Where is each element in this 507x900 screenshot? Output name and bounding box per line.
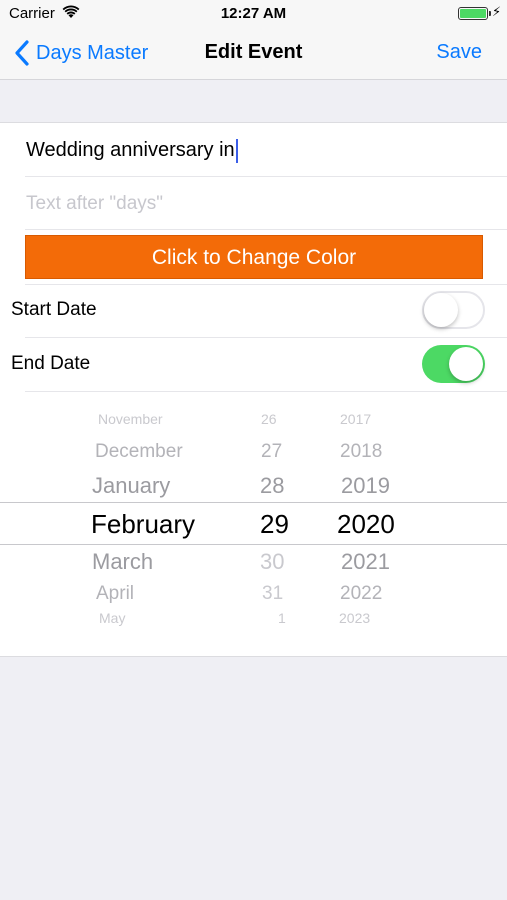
page-title: Edit Event (204, 41, 303, 63)
divider (25, 337, 507, 338)
picker-month-item[interactable]: November (98, 411, 163, 427)
event-form: Wedding anniversary in Text after "days"… (0, 122, 507, 657)
end-date-toggle[interactable] (422, 345, 485, 383)
status-bar: Carrier 12:27 AM ⚡ (0, 0, 507, 28)
navigation-bar: Days Master Edit Event Save (0, 28, 507, 80)
divider (25, 176, 507, 177)
picker-year-item[interactable]: 2017 (340, 411, 371, 427)
save-button[interactable]: Save (436, 41, 482, 64)
picker-year-item[interactable]: 2023 (339, 610, 370, 626)
picker-month-selected[interactable]: February (91, 509, 195, 540)
event-title-value: Wedding anniversary in (26, 139, 235, 161)
picker-day-item[interactable]: 26 (261, 411, 277, 427)
clock: 12:27 AM (220, 5, 287, 22)
picker-day-item[interactable]: 27 (261, 441, 282, 463)
change-color-button[interactable]: Click to Change Color (25, 235, 483, 279)
picker-day-item[interactable]: 28 (260, 473, 284, 499)
date-picker[interactable]: November December January February March… (0, 411, 507, 633)
suffix-text-input[interactable]: Text after "days" (26, 189, 486, 219)
picker-month-item[interactable]: January (92, 473, 170, 499)
picker-month-item[interactable]: March (92, 549, 153, 575)
text-cursor (235, 138, 238, 163)
divider (25, 229, 507, 230)
divider (25, 284, 507, 285)
event-title-input[interactable]: Wedding anniversary in (26, 135, 486, 165)
picker-year-item[interactable]: 2019 (341, 473, 390, 499)
divider (25, 391, 507, 392)
picker-year-selected[interactable]: 2020 (337, 509, 395, 540)
picker-month-item[interactable]: April (96, 583, 134, 605)
picker-day-item[interactable]: 30 (260, 549, 284, 575)
picker-selection-top (0, 502, 507, 503)
picker-year-item[interactable]: 2022 (340, 583, 382, 605)
picker-day-item[interactable]: 31 (262, 583, 283, 605)
start-date-label: Start Date (11, 299, 97, 320)
charging-bolt-icon: ⚡ (492, 4, 502, 19)
start-date-toggle[interactable] (422, 291, 485, 329)
picker-day-selected[interactable]: 29 (260, 509, 289, 540)
picker-selection-bottom (0, 544, 507, 545)
picker-month-item[interactable]: December (95, 441, 183, 463)
picker-year-item[interactable]: 2021 (341, 549, 390, 575)
picker-day-item[interactable]: 1 (278, 610, 286, 626)
end-date-label: End Date (11, 353, 91, 374)
picker-month-item[interactable]: May (99, 610, 125, 626)
toggle-knob (424, 293, 458, 327)
battery-cap (489, 11, 491, 16)
picker-year-item[interactable]: 2018 (340, 441, 382, 463)
battery-icon (458, 7, 488, 20)
toggle-knob (449, 347, 483, 381)
